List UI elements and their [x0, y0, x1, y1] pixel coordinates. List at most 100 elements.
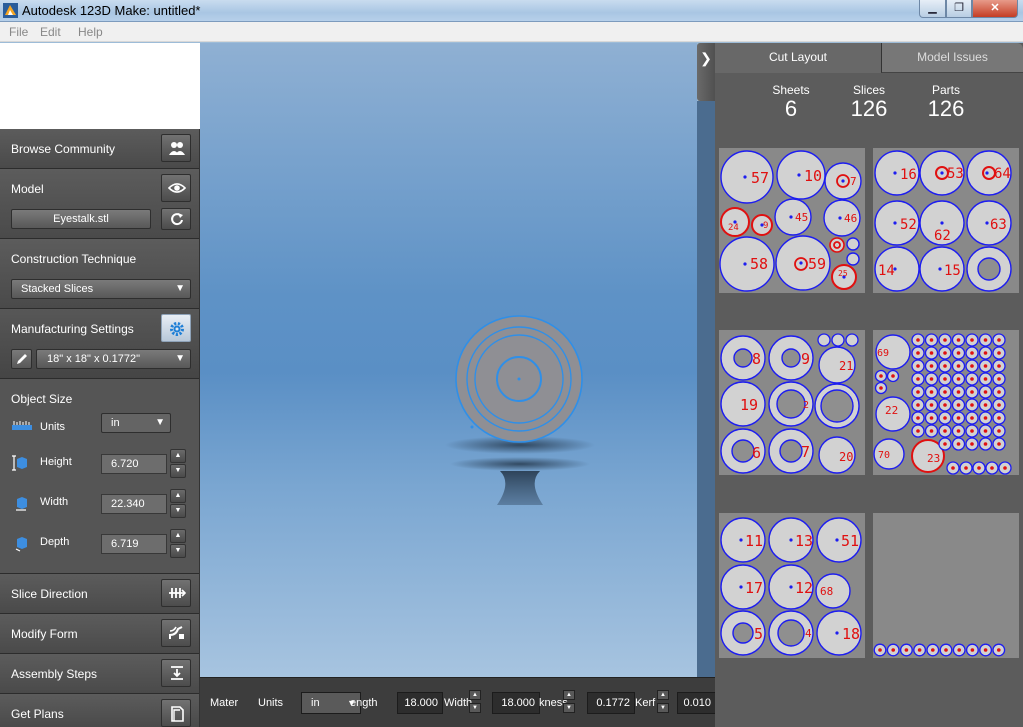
3d-viewport[interactable]: [200, 43, 697, 677]
height-decrement[interactable]: ▼: [170, 464, 186, 478]
kerf-increment[interactable]: ▲: [657, 690, 669, 700]
part-label: 6: [752, 444, 761, 462]
width-decrement[interactable]: ▼: [170, 504, 186, 518]
depth-increment[interactable]: ▲: [170, 529, 186, 543]
small-part-mark: [983, 390, 988, 394]
part-label: 9: [763, 221, 768, 231]
material-size-dropdown[interactable]: 18" x 18" x 0.1772" ▼: [36, 349, 191, 369]
width-increment[interactable]: ▲: [170, 489, 186, 503]
menu-help[interactable]: Help: [78, 25, 103, 39]
units-dropdown[interactable]: in ▼: [101, 413, 171, 433]
height-input[interactable]: 6.720: [101, 454, 167, 474]
collapse-panel-button[interactable]: ❯: [697, 43, 715, 101]
refresh-model-button[interactable]: [161, 208, 191, 230]
object-size-section: Object Size Units in ▼ Height 6.720 ▲ ▼ …: [0, 379, 199, 574]
chevron-down-icon: ▼: [155, 417, 165, 428]
depth-input[interactable]: 6.719: [101, 534, 167, 554]
maximize-button[interactable]: ❐: [946, 0, 972, 18]
part[interactable]: [829, 237, 845, 253]
depth-decrement[interactable]: ▼: [170, 544, 186, 558]
part-label: 45: [795, 211, 808, 224]
tab-model-issues[interactable]: Model Issues: [881, 43, 1023, 73]
part-label: 7: [850, 175, 857, 188]
small-part-mark: [970, 429, 974, 433]
get-plans-button[interactable]: [161, 699, 191, 727]
small-part-mark: [964, 466, 968, 470]
manufacturing-settings-button[interactable]: [161, 314, 191, 342]
menu-edit[interactable]: Edit: [40, 25, 61, 39]
units-label: Units: [40, 421, 66, 433]
sheet-3[interactable]: 8 9 21 19 2 6 7 20: [719, 330, 865, 475]
small-part-mark: [1003, 466, 1007, 470]
small-part-mark: [983, 351, 988, 355]
close-button[interactable]: ✕: [972, 0, 1018, 18]
part-label: 64: [994, 166, 1011, 182]
part[interactable]: [846, 237, 860, 251]
sheet-4[interactable]: 69 22 70 23: [873, 330, 1019, 475]
small-part-mark: [990, 466, 994, 470]
small-part-mark: [929, 416, 934, 420]
part[interactable]: [831, 333, 845, 347]
small-part-mark: [970, 338, 974, 342]
part-label: 4: [805, 627, 812, 640]
construction-technique-dropdown[interactable]: Stacked Slices ▼: [11, 279, 191, 299]
height-increment[interactable]: ▲: [170, 449, 186, 463]
browse-community-button[interactable]: [161, 134, 191, 162]
small-part-mark: [891, 648, 895, 652]
depth-row: Depth 6.719 ▲ ▼: [0, 524, 199, 564]
small-part-mark: [878, 648, 882, 652]
small-part-mark: [917, 648, 922, 652]
tab-cut-layout[interactable]: Cut Layout: [715, 43, 881, 73]
small-part-mark: [916, 338, 920, 342]
part-label: 5: [754, 625, 763, 643]
modify-form-icon: [169, 626, 184, 639]
small-part-mark: [970, 648, 975, 652]
sheet-3-parts: 8 9 21 19 2 6 7 20: [720, 333, 860, 474]
kerf-input[interactable]: 0.010: [677, 692, 715, 714]
thickness-input[interactable]: 0.1772: [587, 692, 635, 714]
sheet-6[interactable]: [873, 513, 1019, 658]
height-label: Height: [40, 456, 72, 468]
part-label: 22: [885, 404, 898, 417]
width-input-bottom[interactable]: 18.000: [492, 692, 540, 714]
menu-file[interactable]: File: [9, 25, 28, 39]
small-part-mark: [916, 377, 920, 381]
width-row: Width 22.340 ▲ ▼: [0, 484, 199, 524]
small-part-mark: [951, 466, 955, 470]
edit-material-button[interactable]: [11, 349, 32, 369]
slices-value: 126: [850, 96, 888, 121]
thickness-decrement[interactable]: ▼: [563, 703, 575, 713]
small-part-mark: [956, 351, 961, 355]
part[interactable]: [845, 333, 859, 347]
width-increment[interactable]: ▲: [469, 690, 481, 700]
small-part-mark: [983, 429, 988, 433]
model-view-button[interactable]: [161, 174, 191, 202]
model-file-button[interactable]: Eyestalk.stl: [11, 209, 151, 229]
minimize-button[interactable]: ▁: [919, 0, 946, 18]
small-part-mark: [983, 416, 988, 420]
part-label: 69: [877, 348, 889, 359]
model-section: Model Eyestalk.stl: [0, 169, 199, 239]
kerf-decrement[interactable]: ▼: [657, 703, 669, 713]
width-decrement[interactable]: ▼: [469, 703, 481, 713]
small-part-mark: [929, 403, 934, 407]
part[interactable]: [846, 252, 860, 266]
modify-form-button[interactable]: [161, 619, 191, 647]
assembly-steps-button[interactable]: [161, 659, 191, 687]
sheet-1[interactable]: 57 10 7 24 9 45 46 58 59 25: [719, 148, 865, 293]
small-part-mark: [956, 429, 961, 433]
small-part-mark: [956, 390, 961, 394]
thickness-increment[interactable]: ▲: [563, 690, 575, 700]
part-label: 16: [900, 167, 917, 183]
length-input[interactable]: 18.000: [397, 692, 443, 714]
small-part-mark: [956, 416, 961, 420]
slice-direction-button[interactable]: [161, 579, 191, 607]
eyestalk-model[interactable]: [455, 315, 583, 443]
sheet-2[interactable]: 16 53 64 52 62 63 14 15: [873, 148, 1019, 293]
width-input[interactable]: 22.340: [101, 494, 167, 514]
part-label: 7: [801, 443, 810, 461]
part[interactable]: [817, 333, 831, 347]
sheet-5[interactable]: 11 13 51 17 12 68 5 4 18: [719, 513, 865, 658]
construction-technique-label: Construction Technique: [11, 252, 137, 266]
document-icon: [171, 706, 184, 722]
